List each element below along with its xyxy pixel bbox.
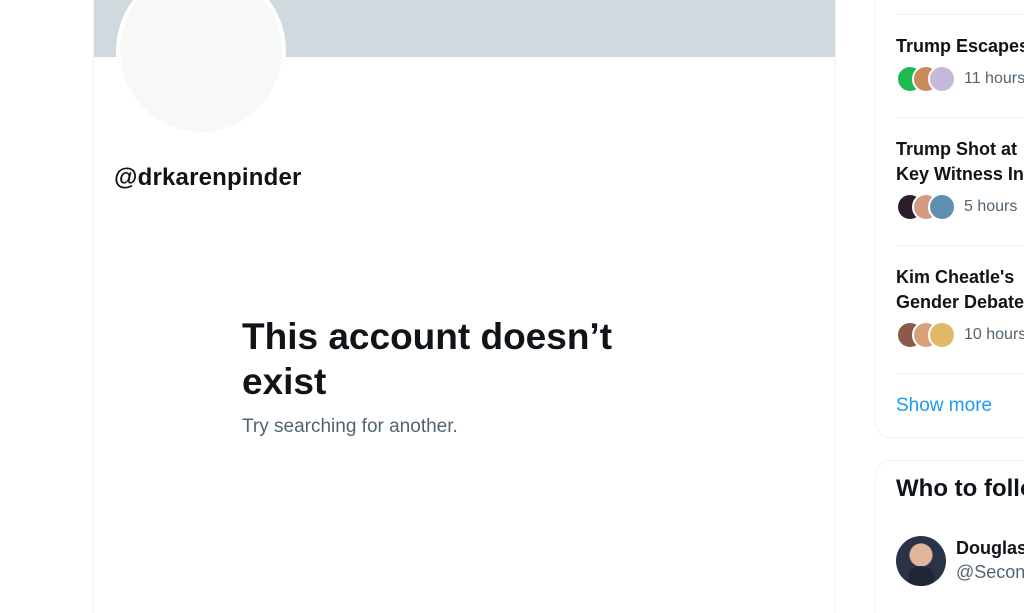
avatar <box>928 65 956 93</box>
avatar[interactable] <box>896 536 946 586</box>
trend-divider <box>896 117 1024 118</box>
trend-title-line2: Gender Debate <box>896 292 1024 312</box>
trend-timestamp: 10 hours <box>964 326 1024 343</box>
avatar <box>928 321 956 349</box>
who-to-follow-card: Who to follow Douglas @Secon <box>875 460 1024 613</box>
profile-column: @drkarenpinder This account doesn’t exis… <box>93 0 836 613</box>
trend-meta: 11 hours <box>896 65 1024 93</box>
empty-state: This account doesn’t exist Try searching… <box>242 314 682 438</box>
trend-timestamp: 11 hours <box>964 70 1024 87</box>
trend-meta: 5 hours <box>896 193 1024 221</box>
empty-state-subtitle: Try searching for another. <box>242 416 458 437</box>
follow-user-name[interactable]: Douglas <box>956 538 1024 559</box>
empty-state-title: This account doesn’t exist <box>242 316 613 402</box>
avatar <box>928 193 956 221</box>
trend-avatars <box>896 65 956 93</box>
trend-avatars <box>896 193 956 221</box>
follow-user-handle: @Secon <box>956 562 1024 582</box>
trend-title-line2: Key Witness In <box>896 164 1024 184</box>
who-to-follow-title: Who to follow <box>896 475 1024 502</box>
profile-handle: @drkarenpinder <box>114 164 302 191</box>
trend-meta: 10 hours <box>896 321 1024 349</box>
trend-item[interactable]: Trump Escapes 11 hours <box>896 34 1024 93</box>
trends-card: Trump Escapes 11 hours Trump Shot at Key… <box>875 0 1024 438</box>
profile-avatar[interactable] <box>116 0 286 136</box>
trend-title: Trump Shot at <box>896 139 1017 159</box>
trend-divider <box>896 245 1024 246</box>
page: @drkarenpinder This account doesn’t exis… <box>0 0 1024 613</box>
trend-divider <box>896 14 1024 15</box>
trend-item[interactable]: Kim Cheatle's Gender Debate 10 hours <box>896 265 1024 349</box>
trend-title: Trump Escapes <box>896 36 1024 56</box>
trend-timestamp: 5 hours <box>964 198 1018 215</box>
trend-avatars <box>896 321 956 349</box>
trend-divider <box>896 373 1024 374</box>
trend-title: Kim Cheatle's <box>896 267 1015 287</box>
show-more-link[interactable]: Show more <box>896 395 992 417</box>
trend-item[interactable]: Trump Shot at Key Witness In 5 hours <box>896 137 1024 221</box>
